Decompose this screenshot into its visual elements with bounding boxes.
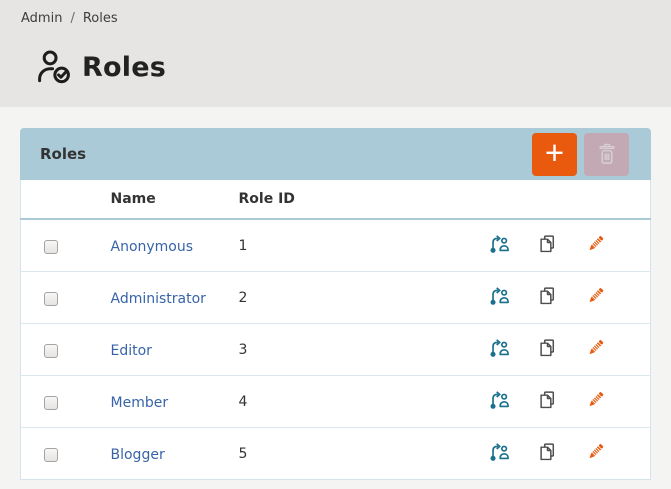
select-column-header [21, 180, 111, 219]
edit-button[interactable] [585, 337, 606, 359]
copy-button[interactable] [537, 285, 558, 307]
edit-pencil-icon [585, 337, 606, 359]
role-id-value: 5 [239, 428, 409, 480]
user-permissions-icon [489, 233, 510, 255]
permissions-button[interactable] [489, 441, 510, 463]
trash-icon [596, 142, 618, 166]
page-title-row: Roles [14, 49, 671, 85]
role-name-link[interactable]: Anonymous [111, 239, 194, 255]
actions-column-header [409, 180, 651, 219]
roleid-column-header: Role ID [239, 180, 409, 219]
copy-icon [537, 389, 558, 411]
copy-icon [537, 441, 558, 463]
permissions-button[interactable] [489, 337, 510, 359]
roles-panel: Roles + Name Role ID [20, 128, 651, 480]
breadcrumb-separator: / [70, 11, 74, 26]
row-select-checkbox[interactable] [44, 292, 58, 306]
edit-button[interactable] [585, 441, 606, 463]
row-select-checkbox[interactable] [44, 448, 58, 462]
table-row: Member 4 [21, 376, 651, 428]
add-role-button[interactable]: + [532, 133, 577, 176]
edit-pencil-icon [585, 285, 606, 307]
row-select-checkbox[interactable] [44, 240, 58, 254]
delete-roles-button[interactable] [584, 133, 629, 176]
edit-pencil-icon [585, 233, 606, 255]
edit-button[interactable] [585, 285, 606, 307]
user-permissions-icon [489, 337, 510, 359]
row-select-checkbox[interactable] [44, 396, 58, 410]
breadcrumb-current: Roles [83, 11, 118, 26]
edit-pencil-icon [585, 441, 606, 463]
permissions-button[interactable] [489, 233, 510, 255]
edit-button[interactable] [585, 233, 606, 255]
user-check-icon [35, 49, 73, 85]
page-header: Admin / Roles Roles [0, 0, 671, 107]
copy-icon [537, 285, 558, 307]
permissions-button[interactable] [489, 285, 510, 307]
edit-pencil-icon [585, 389, 606, 411]
panel-header: Roles + [20, 128, 651, 180]
role-name-link[interactable]: Editor [111, 343, 152, 359]
roles-admin-page: Admin / Roles Roles Roles + [0, 0, 671, 489]
table-header-row: Name Role ID [21, 180, 651, 219]
plus-icon: + [545, 136, 564, 169]
breadcrumb: Admin / Roles [21, 11, 671, 26]
role-id-value: 1 [239, 219, 409, 272]
user-permissions-icon [489, 389, 510, 411]
table-row: Blogger 5 [21, 428, 651, 480]
permissions-button[interactable] [489, 389, 510, 411]
table-row: Administrator 2 [21, 272, 651, 324]
table-row: Editor 3 [21, 324, 651, 376]
panel-header-actions: + [532, 133, 629, 176]
page-title: Roles [82, 52, 166, 83]
user-permissions-icon [489, 285, 510, 307]
copy-button[interactable] [537, 389, 558, 411]
panel-title: Roles [40, 145, 86, 163]
role-id-value: 3 [239, 324, 409, 376]
role-name-link[interactable]: Administrator [111, 291, 206, 307]
row-select-checkbox[interactable] [44, 344, 58, 358]
copy-button[interactable] [537, 233, 558, 255]
breadcrumb-admin-link[interactable]: Admin [21, 11, 62, 26]
table-row: Anonymous 1 [21, 219, 651, 272]
copy-button[interactable] [537, 441, 558, 463]
copy-icon [537, 337, 558, 359]
copy-button[interactable] [537, 337, 558, 359]
role-name-link[interactable]: Member [111, 395, 169, 411]
user-permissions-icon [489, 441, 510, 463]
role-name-link[interactable]: Blogger [111, 447, 165, 463]
roles-table: Name Role ID Anonymous 1 [20, 180, 651, 480]
name-column-header: Name [111, 180, 239, 219]
edit-button[interactable] [585, 389, 606, 411]
role-id-value: 2 [239, 272, 409, 324]
copy-icon [537, 233, 558, 255]
role-id-value: 4 [239, 376, 409, 428]
